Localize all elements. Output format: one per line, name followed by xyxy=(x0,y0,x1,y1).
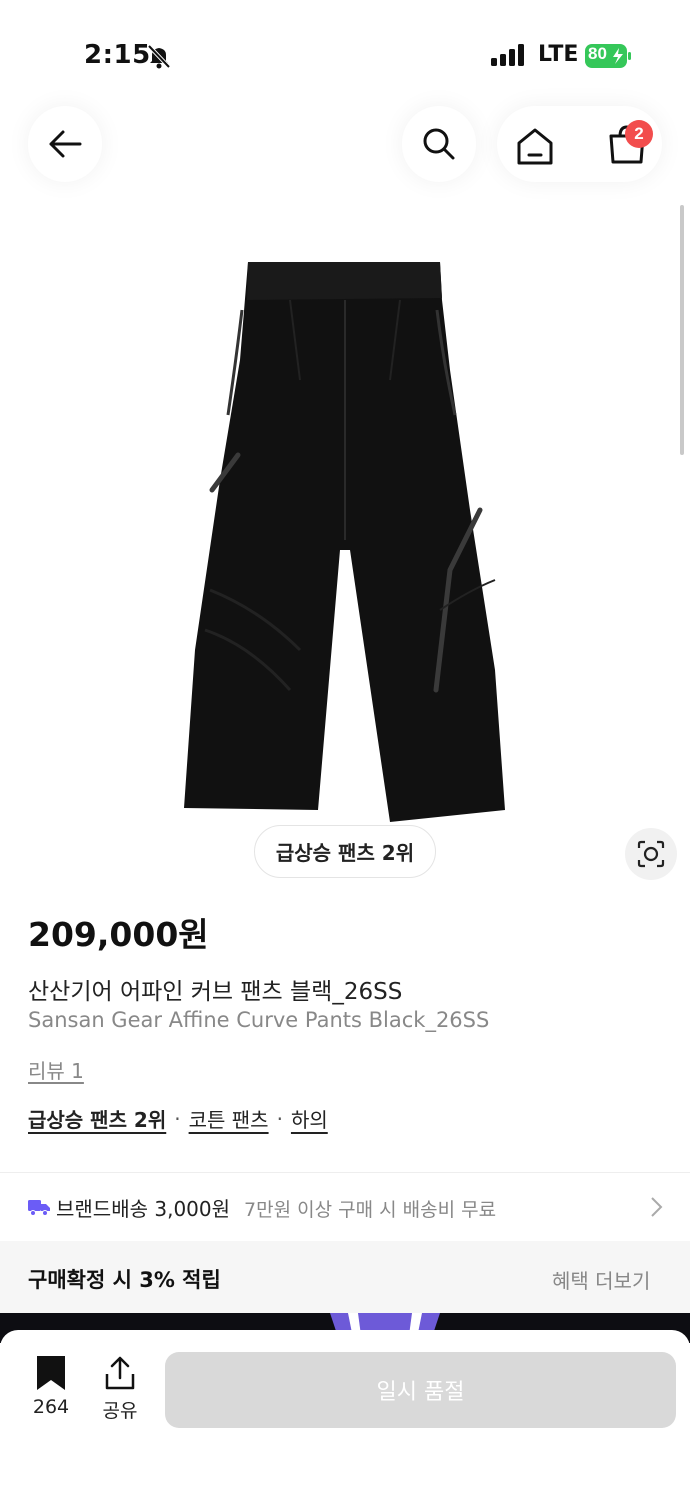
bookmark-button[interactable]: 264 xyxy=(32,1356,70,1426)
product-name-english: Sansan Gear Affine Curve Pants Black_26S… xyxy=(28,1008,490,1032)
share-icon xyxy=(105,1356,135,1390)
share-button[interactable]: 공유 xyxy=(100,1356,140,1426)
category-rank-link[interactable]: 급상승 팬츠 2위 xyxy=(28,1104,166,1133)
bookmark-count: 264 xyxy=(32,1396,70,1418)
review-link[interactable]: 리뷰 1 xyxy=(28,1055,84,1084)
search-icon xyxy=(423,128,455,160)
product-price: 209,000원 xyxy=(28,915,209,954)
signal-icon xyxy=(491,44,524,66)
lens-icon xyxy=(637,840,665,868)
points-benefit: 구매확정 시 3% 적립 xyxy=(28,1268,221,1292)
header-actions: 2 xyxy=(497,106,662,182)
bottom-action-bar: 264 공유 일시 품절 xyxy=(0,1330,690,1500)
visual-search-button[interactable] xyxy=(625,828,677,880)
network-type: LTE xyxy=(538,42,579,67)
chevron-right-icon xyxy=(651,1197,663,1217)
cart-count-badge: 2 xyxy=(625,120,653,148)
more-benefits-link[interactable]: 혜택 더보기 xyxy=(552,1265,650,1294)
category-bottoms-link[interactable]: 하의 xyxy=(291,1104,328,1133)
search-button[interactable] xyxy=(402,106,476,182)
bell-off-icon xyxy=(147,44,171,69)
scroll-indicator xyxy=(680,205,684,455)
arrow-left-icon xyxy=(49,130,82,158)
product-name-korean: 산산기어 어파인 커브 팬츠 블랙_26SS xyxy=(28,979,403,1005)
category-separator: · xyxy=(174,1106,181,1131)
benefit-row[interactable]: 구매확정 시 3% 적립 혜택 더보기 xyxy=(0,1241,690,1313)
category-breadcrumb: 급상승 팬츠 2위 · 코튼 팬츠 · 하의 xyxy=(28,1104,328,1133)
share-label: 공유 xyxy=(102,1400,138,1422)
free-shipping-note: 7만원 이상 구매 시 배송비 무료 xyxy=(244,1199,497,1221)
status-bar: 2:15 LTE 80 xyxy=(0,0,690,100)
shipping-row[interactable]: 브랜드배송 3,000원 7만원 이상 구매 시 배송비 무료 xyxy=(0,1173,690,1241)
category-separator: · xyxy=(276,1106,283,1131)
battery-level: 80 xyxy=(588,44,607,63)
shipping-fee: 브랜드배송 3,000원 xyxy=(56,1197,231,1221)
bookmark-icon xyxy=(37,1356,65,1390)
back-button[interactable] xyxy=(28,106,102,182)
category-cotton-pants-link[interactable]: 코튼 팬츠 xyxy=(189,1104,269,1133)
sold-out-button[interactable]: 일시 품절 xyxy=(165,1352,676,1428)
status-time: 2:15 xyxy=(84,40,151,70)
product-image[interactable] xyxy=(150,250,540,830)
home-icon[interactable] xyxy=(513,126,557,166)
truck-icon xyxy=(28,1200,50,1216)
rank-chip[interactable]: 급상승 팬츠 2위 xyxy=(254,825,436,878)
